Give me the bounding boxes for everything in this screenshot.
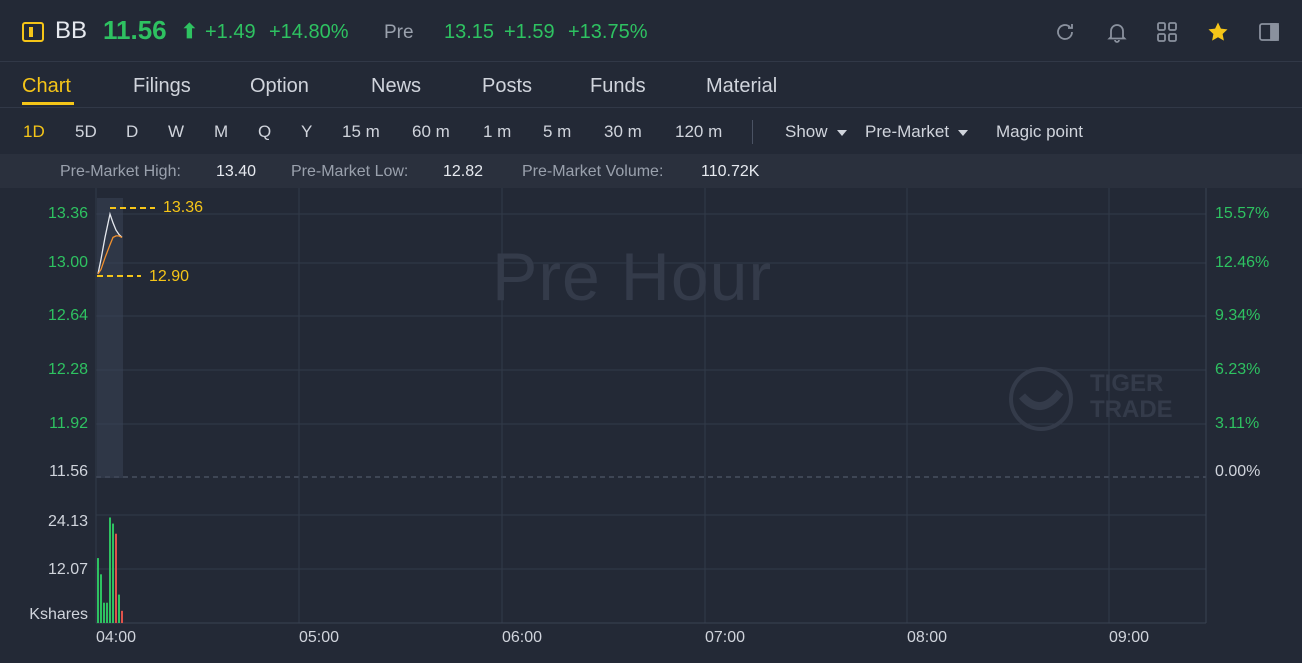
period-5d[interactable]: 5D [75, 122, 97, 142]
period-day[interactable]: D [126, 122, 138, 142]
price-change: +1.49 [205, 21, 256, 43]
tab-filings[interactable]: Filings [133, 75, 191, 98]
pre-market-stats: Pre-Market High: 13.40 Pre-Market Low: 1… [0, 154, 1302, 188]
volume-bar [97, 558, 99, 623]
time-tick: 04:00 [96, 629, 137, 646]
tiger-logo-icon [1009, 367, 1073, 431]
refresh-icon[interactable] [1053, 20, 1077, 44]
price-tick: 13.36 [47, 205, 88, 222]
tab-material[interactable]: Material [706, 75, 777, 98]
volume-bar [112, 523, 114, 623]
ticker-badge-icon[interactable] [22, 22, 44, 42]
pre-hour-watermark: Pre Hour [492, 239, 773, 315]
price-tick: 12.64 [47, 307, 88, 324]
chart-toolbar: 1D 5D D W M Q Y 15 m 60 m 1 m 5 m 30 m 1… [0, 108, 1302, 154]
volume-bar [115, 533, 117, 623]
volume-bar [100, 574, 102, 623]
period-1d[interactable]: 1D [23, 122, 45, 142]
time-tick: 08:00 [907, 629, 948, 646]
pre-market-price: 13.15 [444, 21, 495, 43]
volume-bar [118, 594, 120, 623]
low-label: Pre-Market Low: [291, 163, 409, 180]
session-dropdown[interactable]: Pre-Market [865, 122, 969, 142]
pre-market-change-pct: +13.75% [568, 21, 648, 43]
low-marker-label: 12.90 [149, 268, 190, 285]
pct-tick: 6.23% [1215, 361, 1261, 378]
period-quarter[interactable]: Q [258, 122, 271, 142]
high-value: 13.40 [216, 163, 257, 180]
volume-bar [103, 602, 105, 623]
bell-icon[interactable] [1105, 20, 1129, 44]
high-label: Pre-Market High: [60, 163, 181, 180]
pre-market-change: +1.59 [504, 21, 555, 43]
tab-funds[interactable]: Funds [590, 75, 646, 98]
logo-line-2: TRADE [1090, 396, 1173, 423]
price-tick: 12.28 [47, 361, 88, 378]
tab-option[interactable]: Option [250, 75, 309, 98]
price-tick: 13.00 [47, 254, 88, 271]
pre-market-label: Pre [384, 22, 414, 43]
grid-icon[interactable] [1155, 20, 1179, 44]
panel-toggle-icon[interactable] [1257, 20, 1281, 44]
logo-line-1: TIGER [1090, 370, 1164, 397]
symbol: BB [55, 17, 88, 44]
last-price: 11.56 [103, 15, 167, 45]
price-change-pct: +14.80% [269, 21, 349, 43]
volume-unit: Kshares [29, 606, 88, 623]
session-label: Pre-Market [865, 122, 950, 141]
main-tabs: Chart Filings Option News Posts Funds Ma… [0, 62, 1302, 108]
tab-posts[interactable]: Posts [482, 75, 532, 98]
price-tick-baseline: 11.56 [49, 463, 88, 480]
period-1m[interactable]: 1 m [483, 122, 511, 142]
volume-tick: 12.07 [47, 561, 88, 578]
active-tab-indicator [22, 102, 74, 105]
pct-tick: 12.46% [1215, 254, 1270, 271]
logo-text: TIGER TRADE [1090, 371, 1173, 423]
price-tick: 11.92 [49, 415, 88, 432]
pct-tick: 9.34% [1215, 307, 1261, 324]
time-tick: 09:00 [1109, 629, 1150, 646]
volume-label: Pre-Market Volume: [522, 163, 664, 180]
volume-value: 110.72K [701, 163, 760, 180]
high-marker-label: 13.36 [163, 199, 204, 216]
period-60m[interactable]: 60 m [412, 122, 450, 142]
up-arrow-icon: ⬆ [181, 21, 198, 43]
pct-tick: 3.11% [1215, 415, 1260, 432]
volume-bar [109, 517, 111, 623]
show-dropdown[interactable]: Show [785, 122, 847, 142]
tab-chart[interactable]: Chart [22, 75, 71, 98]
chevron-down-icon [958, 129, 969, 136]
low-value: 12.82 [443, 163, 484, 180]
pct-tick: 15.57% [1215, 205, 1270, 222]
volume-tick: 24.13 [47, 513, 88, 530]
time-tick: 06:00 [502, 629, 543, 646]
tab-news[interactable]: News [371, 75, 421, 98]
volume-bar [121, 610, 123, 623]
star-icon[interactable] [1206, 20, 1230, 44]
period-15m[interactable]: 15 m [342, 122, 380, 142]
pre-market-band [97, 198, 123, 478]
pct-tick-baseline: 0.00% [1215, 463, 1261, 480]
quote-header: BB 11.56 ⬆ +1.49 +14.80% Pre 13.15 +1.59… [0, 0, 1302, 62]
price-chart[interactable]: Pre Hour TIGER TRADE 13.36 13.00 12.64 1… [0, 188, 1302, 663]
toolbar-divider [752, 120, 753, 144]
period-month[interactable]: M [214, 122, 228, 142]
period-5m[interactable]: 5 m [543, 122, 571, 142]
period-30m[interactable]: 30 m [604, 122, 642, 142]
time-tick: 05:00 [299, 629, 340, 646]
volume-bar [106, 602, 108, 623]
show-label: Show [785, 122, 828, 141]
time-tick: 07:00 [705, 629, 746, 646]
magic-point-button[interactable]: Magic point [996, 122, 1083, 142]
period-120m[interactable]: 120 m [675, 122, 722, 142]
period-week[interactable]: W [168, 122, 184, 142]
chevron-down-icon [836, 129, 847, 136]
period-year[interactable]: Y [301, 122, 312, 142]
